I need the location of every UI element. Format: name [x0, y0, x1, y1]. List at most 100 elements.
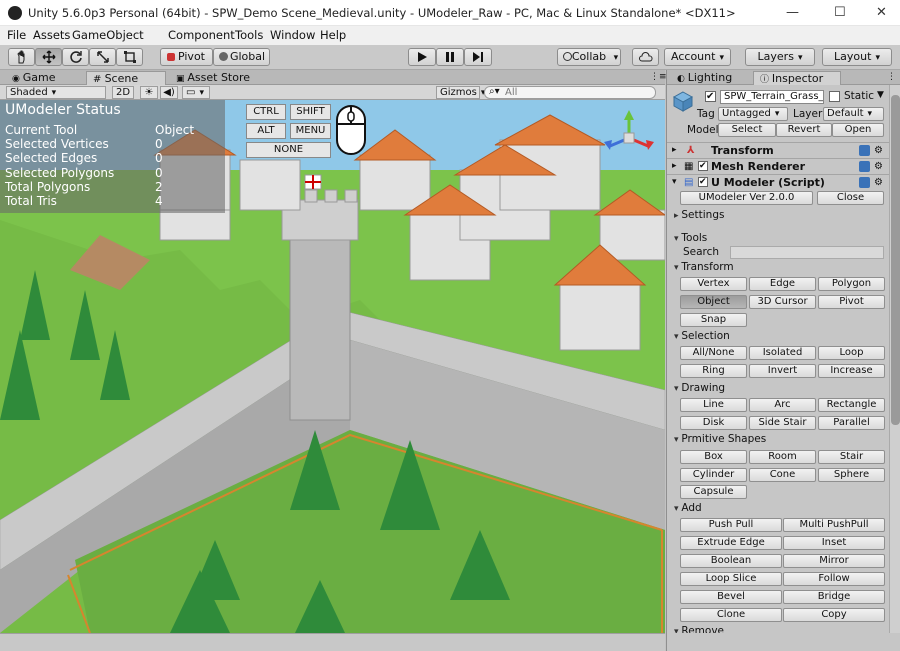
lighting-toggle[interactable]: ☀: [140, 86, 158, 99]
model-revert-button[interactable]: Revert: [776, 123, 832, 137]
disk-button[interactable]: Disk: [680, 416, 747, 430]
stair-button[interactable]: Stair: [818, 450, 885, 464]
tab-menu-icon[interactable]: ⋮≡: [650, 72, 667, 82]
hand-tool-button[interactable]: [8, 48, 35, 66]
umodeler-close-button[interactable]: Close: [817, 191, 884, 205]
collab-dropdown[interactable]: Collab: [557, 48, 621, 66]
menu-component[interactable]: Component: [168, 28, 235, 42]
pivot-button[interactable]: Pivot: [818, 295, 885, 309]
scrollbar-thumb[interactable]: [891, 95, 900, 425]
gear-icon[interactable]: ⚙: [874, 175, 883, 190]
2d-toggle[interactable]: 2D: [112, 86, 134, 99]
active-checkbox[interactable]: ✔: [705, 91, 716, 102]
boolean-button[interactable]: Boolean: [680, 554, 782, 568]
cone-button[interactable]: Cone: [749, 468, 816, 482]
shading-mode-dropdown[interactable]: Shaded: [6, 86, 106, 99]
minimize-icon[interactable]: —: [786, 5, 799, 20]
loop-button[interactable]: Loop: [818, 346, 885, 360]
object-button[interactable]: Object: [680, 295, 747, 309]
room-button[interactable]: Room: [749, 450, 816, 464]
capsule-button[interactable]: Capsule: [680, 485, 747, 499]
side-stair-button[interactable]: Side Stair: [749, 416, 816, 430]
help-book-icon[interactable]: [859, 177, 870, 188]
tab-asset-store[interactable]: ▣ Asset Store: [170, 71, 260, 85]
selection-section[interactable]: Selection: [674, 330, 729, 342]
menu-tools[interactable]: Tools: [235, 28, 263, 42]
global-toggle-button[interactable]: Global: [213, 48, 270, 66]
layer-dropdown[interactable]: Default: [823, 107, 884, 121]
pause-button[interactable]: [436, 48, 464, 66]
static-checkbox[interactable]: [829, 91, 840, 102]
scale-tool-button[interactable]: [89, 48, 116, 66]
close-window-icon[interactable]: ✕: [876, 5, 887, 20]
inspector-scrollbar[interactable]: [889, 85, 900, 633]
scene-viewport[interactable]: UModeler Status Current Tool Object Sele…: [0, 100, 665, 633]
extrude-edge-button[interactable]: Extrude Edge: [680, 536, 782, 550]
polygon-button[interactable]: Polygon: [818, 277, 885, 291]
bridge-button[interactable]: Bridge: [783, 590, 885, 604]
gizmos-dropdown[interactable]: Gizmos: [436, 86, 480, 99]
3d-cursor-button[interactable]: 3D Cursor: [749, 295, 816, 309]
line-button[interactable]: Line: [680, 398, 747, 412]
increase-button[interactable]: Increase: [818, 364, 885, 378]
cloud-button[interactable]: [632, 48, 659, 66]
snap-button[interactable]: Snap: [680, 313, 747, 327]
mirror-button[interactable]: Mirror: [783, 554, 885, 568]
mesh-renderer-checkbox[interactable]: ✔: [698, 161, 708, 171]
settings-section[interactable]: Settings: [674, 209, 724, 221]
drawing-section[interactable]: Drawing: [674, 382, 725, 394]
tab-inspector[interactable]: ⓘ Inspector: [753, 71, 841, 85]
all-none-button[interactable]: All/None: [680, 346, 747, 360]
umodeler-component-header[interactable]: ▾ ▤ ✔ U Modeler (Script) ⚙: [667, 174, 889, 190]
tools-section[interactable]: Tools: [674, 232, 707, 244]
parallel-button[interactable]: Parallel: [818, 416, 885, 430]
orientation-gizmo-icon[interactable]: [598, 110, 660, 166]
bevel-button[interactable]: Bevel: [680, 590, 782, 604]
remove-section[interactable]: Remove: [674, 625, 724, 633]
gear-icon[interactable]: ⚙: [874, 159, 883, 174]
arc-button[interactable]: Arc: [749, 398, 816, 412]
inspector-menu-icon[interactable]: ⋮: [887, 72, 896, 82]
menu-window[interactable]: Window: [270, 28, 315, 42]
pivot-toggle-button[interactable]: Pivot: [160, 48, 213, 66]
menu-assets[interactable]: Assets: [33, 28, 70, 42]
move-tool-button[interactable]: [35, 48, 62, 66]
layout-dropdown[interactable]: Layout: [822, 48, 892, 66]
isolated-button[interactable]: Isolated: [749, 346, 816, 360]
model-select-button[interactable]: Select: [718, 123, 776, 137]
tab-lighting[interactable]: ◐ Lighting: [671, 71, 749, 85]
copy-button[interactable]: Copy: [783, 608, 885, 622]
maximize-icon[interactable]: ☐: [834, 5, 846, 20]
static-dropdown-icon[interactable]: ▼: [877, 90, 884, 100]
umodeler-checkbox[interactable]: ✔: [698, 177, 708, 187]
multi-pushpull-button[interactable]: Multi PushPull: [783, 518, 885, 532]
mesh-renderer-component-header[interactable]: ▸ ▦ ✔ Mesh Renderer ⚙: [667, 158, 889, 174]
rect-tool-button[interactable]: [116, 48, 143, 66]
help-book-icon[interactable]: [859, 145, 870, 156]
help-book-icon[interactable]: [859, 161, 870, 172]
audio-toggle[interactable]: ◀): [160, 86, 178, 99]
follow-button[interactable]: Follow: [783, 572, 885, 586]
sphere-button[interactable]: Sphere: [818, 468, 885, 482]
tab-game[interactable]: ◉ Game: [6, 71, 86, 85]
model-open-button[interactable]: Open: [832, 123, 884, 137]
scene-search-input[interactable]: ⌕▾ All: [484, 86, 656, 99]
inset-button[interactable]: Inset: [783, 536, 885, 550]
rotate-tool-button[interactable]: [62, 48, 89, 66]
gear-icon[interactable]: ⚙: [874, 143, 883, 158]
object-name-input[interactable]: SPW_Terrain_Grass_: [720, 90, 824, 104]
add-section[interactable]: Add: [674, 502, 701, 514]
effects-dropdown[interactable]: ▭: [182, 86, 210, 99]
invert-button[interactable]: Invert: [749, 364, 816, 378]
rectangle-button[interactable]: Rectangle: [818, 398, 885, 412]
step-button[interactable]: [464, 48, 492, 66]
clone-button[interactable]: Clone: [680, 608, 782, 622]
ring-button[interactable]: Ring: [680, 364, 747, 378]
layers-dropdown[interactable]: Layers: [745, 48, 815, 66]
vertex-button[interactable]: Vertex: [680, 277, 747, 291]
account-dropdown[interactable]: Account: [664, 48, 731, 66]
primitive-shapes-section[interactable]: Prmitive Shapes: [674, 433, 766, 445]
menu-gameobject[interactable]: GameObject: [72, 28, 144, 42]
umodeler-version-button[interactable]: UModeler Ver 2.0.0: [680, 191, 813, 205]
menu-file[interactable]: File: [7, 28, 26, 42]
